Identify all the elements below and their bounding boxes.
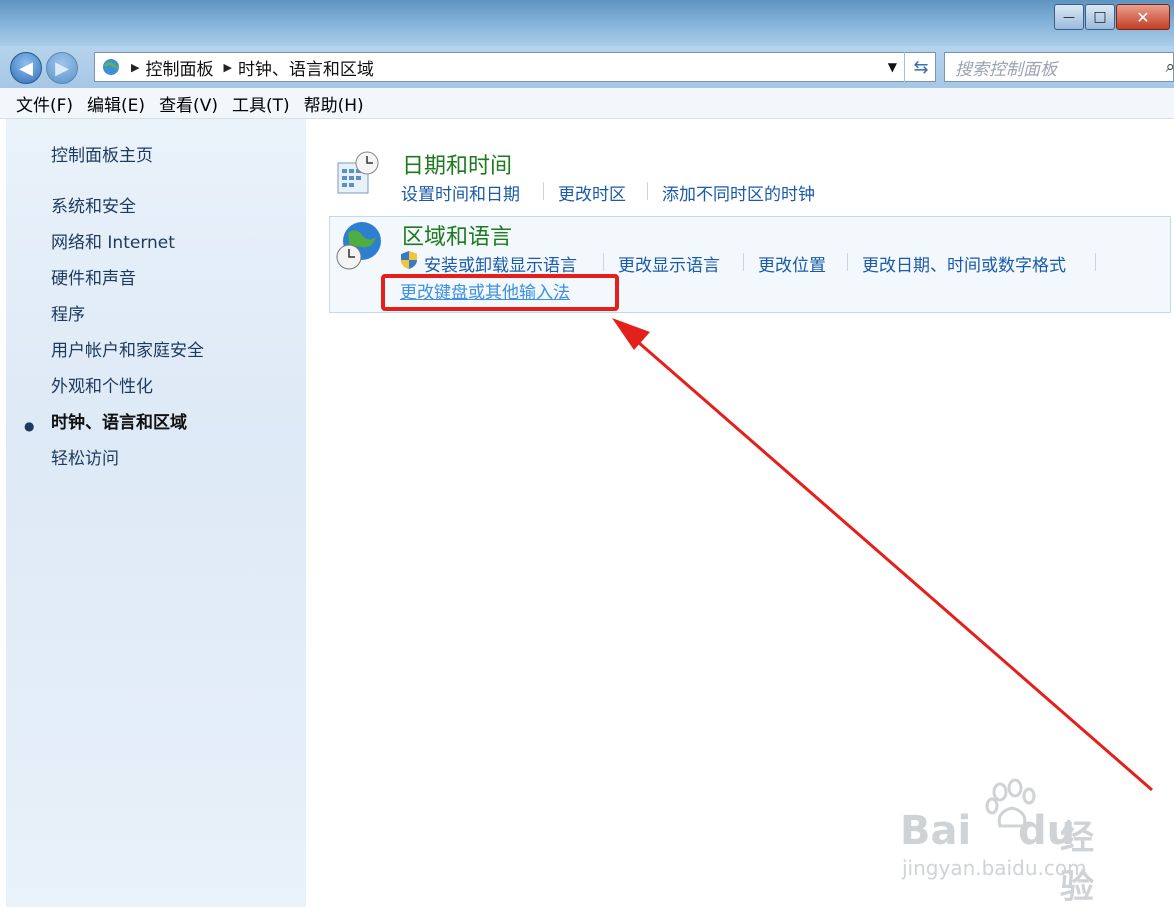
calendar-clock-icon (337, 151, 379, 194)
search-placeholder: 搜索控制面板 (955, 59, 1057, 80)
menu-file[interactable]: 文件(F) (16, 91, 73, 116)
breadcrumb-control-panel[interactable]: 控制面板 (145, 55, 213, 80)
link-install-display-language[interactable]: 安装或卸载显示语言 (424, 251, 577, 276)
link-separator (847, 253, 848, 271)
sidebar-item-network[interactable]: 网络和 Internet (51, 228, 175, 253)
menu-edit[interactable]: 编辑(E) (87, 91, 145, 116)
link-separator (647, 182, 648, 200)
window-controls: — □ ✕ (1053, 4, 1170, 30)
menu-view[interactable]: 查看(V) (159, 91, 218, 116)
breadcrumb-separator-icon: ▶ (131, 60, 140, 74)
category-title-datetime[interactable]: 日期和时间 (402, 148, 512, 180)
sidebar-item-hardware[interactable]: 硬件和声音 (51, 264, 136, 289)
watermark-url: jingyan.baidu.com (902, 856, 1087, 880)
baidu-watermark: Bai du 经验 jingyan.baidu.com (900, 778, 1120, 907)
link-add-clocks[interactable]: 添加不同时区的时钟 (662, 180, 815, 205)
minimize-button[interactable]: — (1054, 4, 1084, 30)
address-toolbar: ◀ ▶ ▶ 控制面板 ▶ 时钟、语言和区域 ▼ ⇆ 搜索控制面板 ⌕ (0, 46, 1174, 88)
search-input[interactable]: 搜索控制面板 ⌕ (944, 52, 1174, 82)
link-change-location[interactable]: 更改位置 (758, 251, 826, 276)
annotation-highlight-box (381, 274, 619, 311)
sidebar-item-clock-language: 时钟、语言和区域 (51, 413, 187, 433)
sidebar-item-appearance[interactable]: 外观和个性化 (51, 372, 153, 397)
link-set-time-date[interactable]: 设置时间和日期 (401, 180, 520, 205)
watermark-brand: Bai (900, 808, 972, 854)
forward-button[interactable]: ▶ (46, 52, 78, 84)
forward-arrow-icon: ▶ (55, 57, 69, 79)
link-change-timezone[interactable]: 更改时区 (558, 180, 626, 205)
link-separator (1095, 253, 1096, 271)
menu-tools[interactable]: 工具(T) (232, 91, 290, 116)
sidebar-item-home[interactable]: 控制面板主页 (51, 141, 153, 166)
back-button[interactable]: ◀ (10, 52, 42, 84)
maximize-button[interactable]: □ (1085, 4, 1115, 30)
title-bar: — □ ✕ (0, 0, 1174, 46)
back-arrow-icon: ◀ (19, 57, 33, 79)
search-icon[interactable]: ⌕ (1165, 57, 1174, 77)
sidebar-item-system-security[interactable]: 系统和安全 (51, 192, 136, 217)
sidebar: 控制面板主页 系统和安全 网络和 Internet 硬件和声音 程序 用户帐户和… (6, 119, 306, 907)
address-dropdown-icon[interactable]: ▼ (888, 60, 897, 74)
refresh-icon: ⇆ (913, 56, 929, 78)
link-separator (603, 253, 604, 271)
menu-help[interactable]: 帮助(H) (304, 91, 364, 116)
main-content: 日期和时间 设置时间和日期 更改时区 添加不同时区的时钟 区域和语言 安装或卸载… (306, 119, 1174, 907)
link-change-display-language[interactable]: 更改显示语言 (618, 251, 720, 276)
sidebar-item-ease-of-access[interactable]: 轻松访问 (51, 444, 119, 469)
close-button[interactable]: ✕ (1116, 4, 1170, 30)
category-title-region[interactable]: 区域和语言 (402, 219, 512, 251)
menu-bar: 文件(F) 编辑(E) 查看(V) 工具(T) 帮助(H) (0, 88, 1174, 119)
breadcrumb-separator-icon: ▶ (223, 60, 232, 74)
address-bar[interactable]: ▶ 控制面板 ▶ 时钟、语言和区域 ▼ (94, 52, 936, 82)
current-item-bullet-icon: ● (24, 419, 35, 433)
sidebar-item-user-accounts[interactable]: 用户帐户和家庭安全 (51, 336, 204, 361)
link-separator (743, 253, 744, 271)
link-change-date-format[interactable]: 更改日期、时间或数字格式 (862, 251, 1066, 276)
globe-clock-icon (336, 222, 381, 270)
shield-icon (401, 251, 417, 269)
refresh-button[interactable]: ⇆ (904, 52, 937, 82)
breadcrumb-current[interactable]: 时钟、语言和区域 (238, 55, 374, 80)
sidebar-item-programs[interactable]: 程序 (51, 300, 85, 325)
link-separator (543, 182, 544, 200)
control-panel-icon (103, 59, 120, 75)
